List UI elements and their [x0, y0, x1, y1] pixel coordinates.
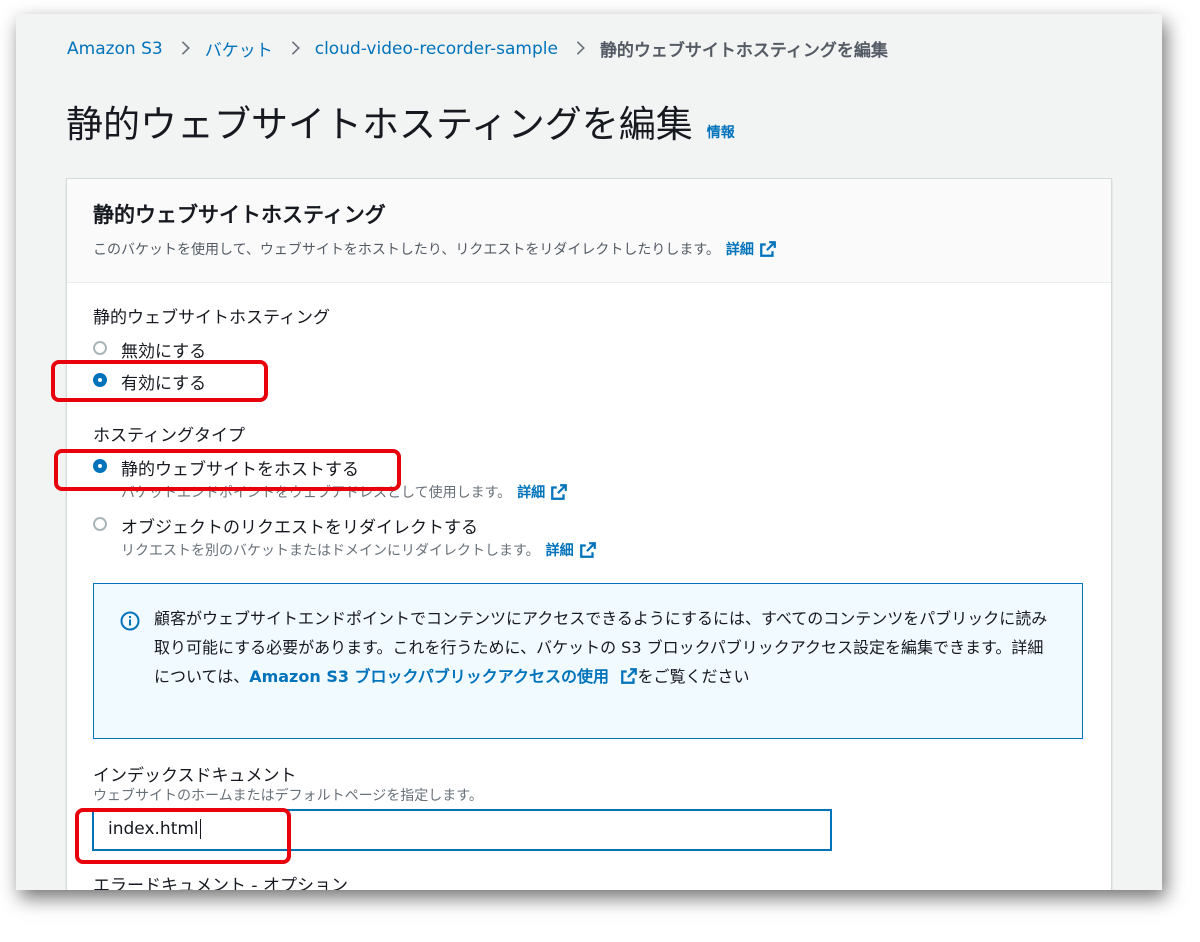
alert-text: 顧客がウェブサイトエンドポイントでコンテンツにアクセスできるようにするには、すべ… — [154, 604, 1054, 691]
radio-redirect-circle[interactable] — [93, 517, 107, 531]
radio-redirect[interactable]: オブジェクトのリクエストをリダイレクトする リクエストを別のバケットまたはドメイ… — [93, 513, 597, 560]
hosting-type-label: ホスティングタイプ — [93, 426, 245, 446]
breadcrumb-current: 静的ウェブサイトホスティングを編集 — [599, 41, 888, 61]
info-circle-icon — [120, 611, 140, 631]
radio-redirect-desc-row: リクエストを別のバケットまたはドメインにリダイレクトします。 詳細 — [121, 540, 597, 560]
host-static-detail-link[interactable]: 詳細 — [517, 482, 568, 502]
page-title-row: 静的ウェブサイトホスティングを編集 情報 — [66, 94, 735, 148]
radio-host-static-desc: バケットエンドポイントをウェブアドレスとして使用します。 — [121, 485, 512, 501]
detail-link-label: 詳細 — [545, 543, 574, 559]
radio-host-static-label: 静的ウェブサイトをホストする — [121, 460, 359, 480]
index-document-label: インデックスドキュメント — [93, 766, 297, 786]
breadcrumb-bucket-name[interactable]: cloud-video-recorder-sample — [315, 39, 558, 59]
radio-redirect-desc: リクエストを別のバケットまたはドメインにリダイレクトします。 — [121, 543, 540, 559]
chevron-right-icon — [285, 40, 300, 55]
breadcrumb: Amazon S3 バケット cloud-video-recorder-samp… — [67, 36, 888, 62]
panel-detail-link[interactable]: 詳細 — [726, 239, 777, 259]
hosting-panel: 静的ウェブサイトホスティング このバケットを使用して、ウェブサイトをホストしたり… — [66, 178, 1112, 890]
external-link-icon — [620, 668, 637, 684]
radio-host-static-circle[interactable] — [93, 459, 107, 473]
detail-link-label: 詳細 — [725, 242, 754, 258]
chevron-right-icon — [571, 40, 585, 55]
panel-header: 静的ウェブサイトホスティング このバケットを使用して、ウェブサイトをホストしたり… — [67, 179, 1111, 283]
redirect-detail-link[interactable]: 詳細 — [546, 540, 597, 560]
index-document-hint: ウェブサイトのホームまたはデフォルトページを指定します。 — [93, 788, 483, 804]
alert-link-label: Amazon S3 ブロックパブリックアクセスの使用 — [249, 667, 609, 686]
alert-text-after: をご覧ください — [637, 667, 750, 686]
text-caret — [199, 819, 201, 839]
index-document-value: index.html — [108, 819, 199, 839]
radio-disable-label: 無効にする — [121, 342, 207, 362]
breadcrumb-buckets[interactable]: バケット — [205, 36, 273, 61]
radio-disable-circle[interactable] — [93, 341, 107, 355]
external-link-icon — [579, 542, 596, 558]
radio-redirect-label: オブジェクトのリクエストをリダイレクトする — [121, 518, 478, 538]
detail-link-label: 詳細 — [517, 485, 546, 501]
panel-description-row: このバケットを使用して、ウェブサイトをホストしたり、リクエストをリダイレクトした… — [93, 239, 1111, 259]
error-document-label: エラードキュメント - オプション — [93, 876, 348, 890]
page-title: 静的ウェブサイトホスティングを編集 — [66, 103, 693, 146]
breadcrumb-s3[interactable]: Amazon S3 — [67, 39, 163, 59]
chevron-right-icon — [175, 40, 190, 55]
radio-host-static[interactable]: 静的ウェブサイトをホストする バケットエンドポイントをウェブアドレスとして使用し… — [93, 455, 568, 502]
external-link-icon — [551, 484, 568, 500]
index-document-input[interactable]: index.html — [93, 810, 831, 850]
radio-host-static-desc-row: バケットエンドポイントをウェブアドレスとして使用します。 詳細 — [121, 482, 568, 502]
hosting-label: 静的ウェブサイトホスティング — [93, 308, 330, 328]
panel-title: 静的ウェブサイトホスティング — [93, 203, 386, 227]
console-window: Amazon S3 バケット cloud-video-recorder-samp… — [16, 14, 1162, 890]
info-link[interactable]: 情報 — [707, 122, 735, 142]
radio-enable-circle[interactable] — [93, 373, 107, 387]
info-alert: 顧客がウェブサイトエンドポイントでコンテンツにアクセスできるようにするには、すべ… — [93, 583, 1083, 739]
external-link-icon — [760, 241, 776, 257]
radio-enable[interactable]: 有効にする — [93, 369, 206, 394]
panel-description: このバケットを使用して、ウェブサイトをホストしたり、リクエストをリダイレクトした… — [93, 242, 720, 258]
radio-enable-label: 有効にする — [121, 374, 207, 394]
radio-disable[interactable]: 無効にする — [93, 337, 206, 362]
block-public-access-link[interactable]: Amazon S3 ブロックパブリックアクセスの使用 — [249, 667, 637, 686]
